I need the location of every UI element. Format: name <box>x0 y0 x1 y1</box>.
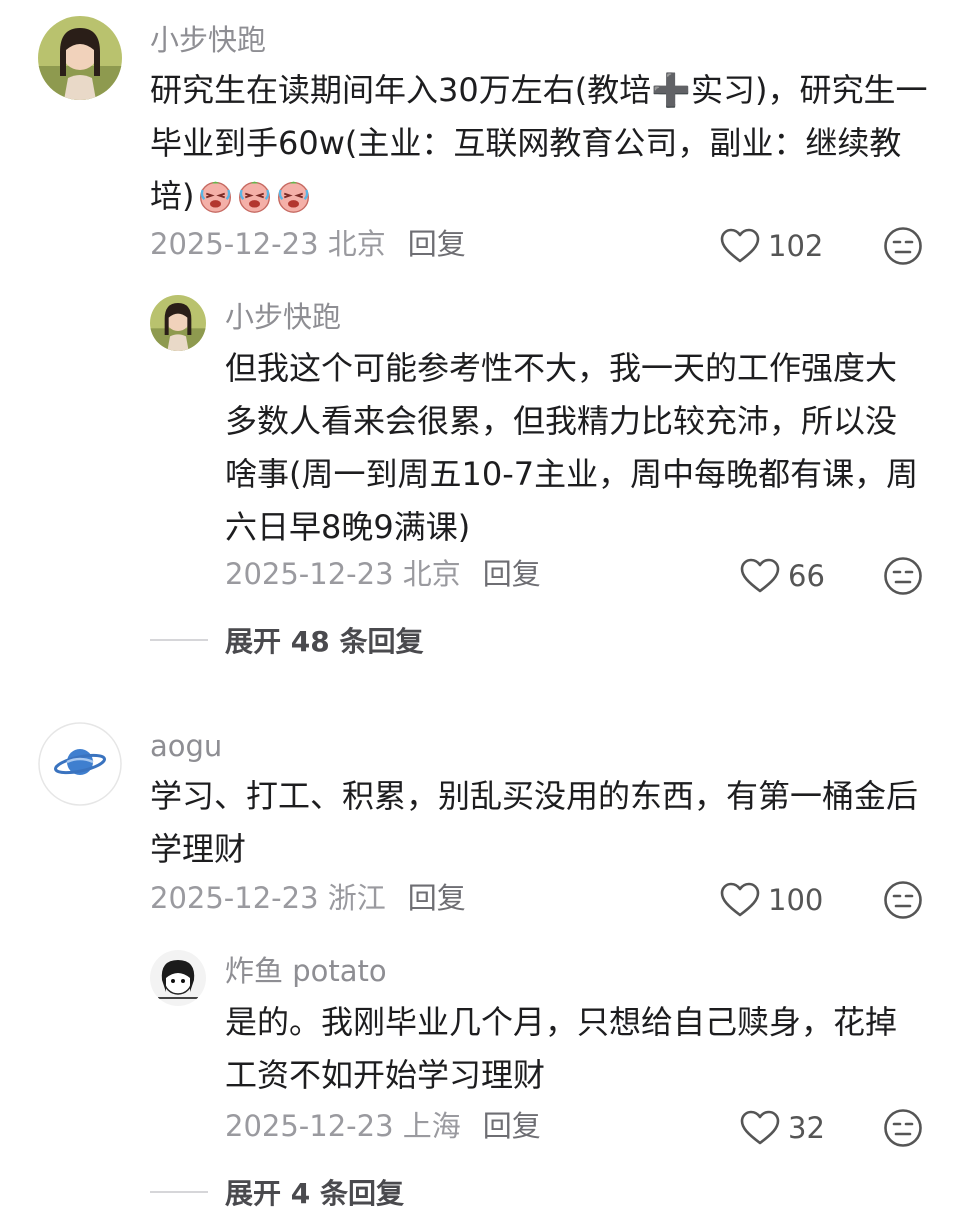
heart-outline-icon <box>720 882 760 918</box>
username[interactable]: aogu <box>150 728 222 764</box>
like-count: 100 <box>768 883 824 917</box>
like-count: 102 <box>768 229 824 263</box>
comment-meta: 2025-12-23 浙江 回复 <box>150 880 466 916</box>
divider <box>150 1191 208 1193</box>
username[interactable]: 小步快跑 <box>225 299 341 335</box>
reply-button[interactable]: 回复 <box>408 881 466 915</box>
neutral-face-icon[interactable] <box>883 1108 923 1148</box>
username[interactable]: 炸鱼 potato <box>225 953 387 989</box>
avatar[interactable] <box>150 950 206 1006</box>
date-location: 2025-12-23 北京 <box>225 557 461 591</box>
heart-outline-icon <box>740 558 780 594</box>
neutral-face-icon[interactable] <box>883 226 923 266</box>
comment-text: 学习、打工、积累，别乱买没用的东西，有第一桶金后学理财 <box>150 777 919 868</box>
laughing-crying-emoji <box>236 177 273 214</box>
comment-meta: 2025-12-23 上海 回复 <box>225 1108 541 1144</box>
like-button[interactable]: 102 <box>720 228 823 264</box>
expand-replies-button[interactable]: 展开 4 条回复 <box>150 1172 404 1212</box>
avatar[interactable] <box>38 722 122 806</box>
like-button[interactable]: 32 <box>740 1110 825 1146</box>
like-count: 66 <box>788 559 825 593</box>
laughing-crying-emoji <box>197 177 234 214</box>
date-location: 2025-12-23 浙江 <box>150 881 386 915</box>
comment: 小步快跑 研究生在读期间年入30万左右(教培➕实习)，研究生一毕业到手60w(主… <box>0 0 960 680</box>
like-button[interactable]: 100 <box>720 882 823 918</box>
comment-meta: 2025-12-23 北京 回复 <box>150 226 466 262</box>
date-location: 2025-12-23 北京 <box>150 227 386 261</box>
like-button[interactable]: 66 <box>740 558 825 594</box>
divider <box>150 639 208 641</box>
comment-meta: 2025-12-23 北京 回复 <box>225 556 541 592</box>
reply-button[interactable]: 回复 <box>483 1109 541 1143</box>
comment-text: 研究生在读期间年入30万左右(教培➕实习)，研究生一毕业到手60w(主业：互联网… <box>150 71 928 215</box>
neutral-face-icon[interactable] <box>883 880 923 920</box>
like-count: 32 <box>788 1111 825 1145</box>
avatar[interactable] <box>150 295 206 351</box>
heart-outline-icon <box>740 1110 780 1146</box>
reply-text: 但我这个可能参考性不大，我一天的工作强度大多数人看来会很累，但我精力比较充沛，所… <box>225 349 919 546</box>
laughing-crying-emoji <box>275 177 312 214</box>
username[interactable]: 小步快跑 <box>150 22 266 58</box>
neutral-face-icon[interactable] <box>883 556 923 596</box>
reply-button[interactable]: 回复 <box>483 557 541 591</box>
avatar[interactable] <box>38 16 122 100</box>
date-location: 2025-12-23 上海 <box>225 1109 461 1143</box>
reply-button[interactable]: 回复 <box>408 227 466 261</box>
expand-replies-button[interactable]: 展开 48 条回复 <box>150 620 423 660</box>
reply-text: 是的。我刚毕业几个月，只想给自己赎身，花掉工资不如开始学习理财 <box>225 1003 898 1094</box>
heart-outline-icon <box>720 228 760 264</box>
